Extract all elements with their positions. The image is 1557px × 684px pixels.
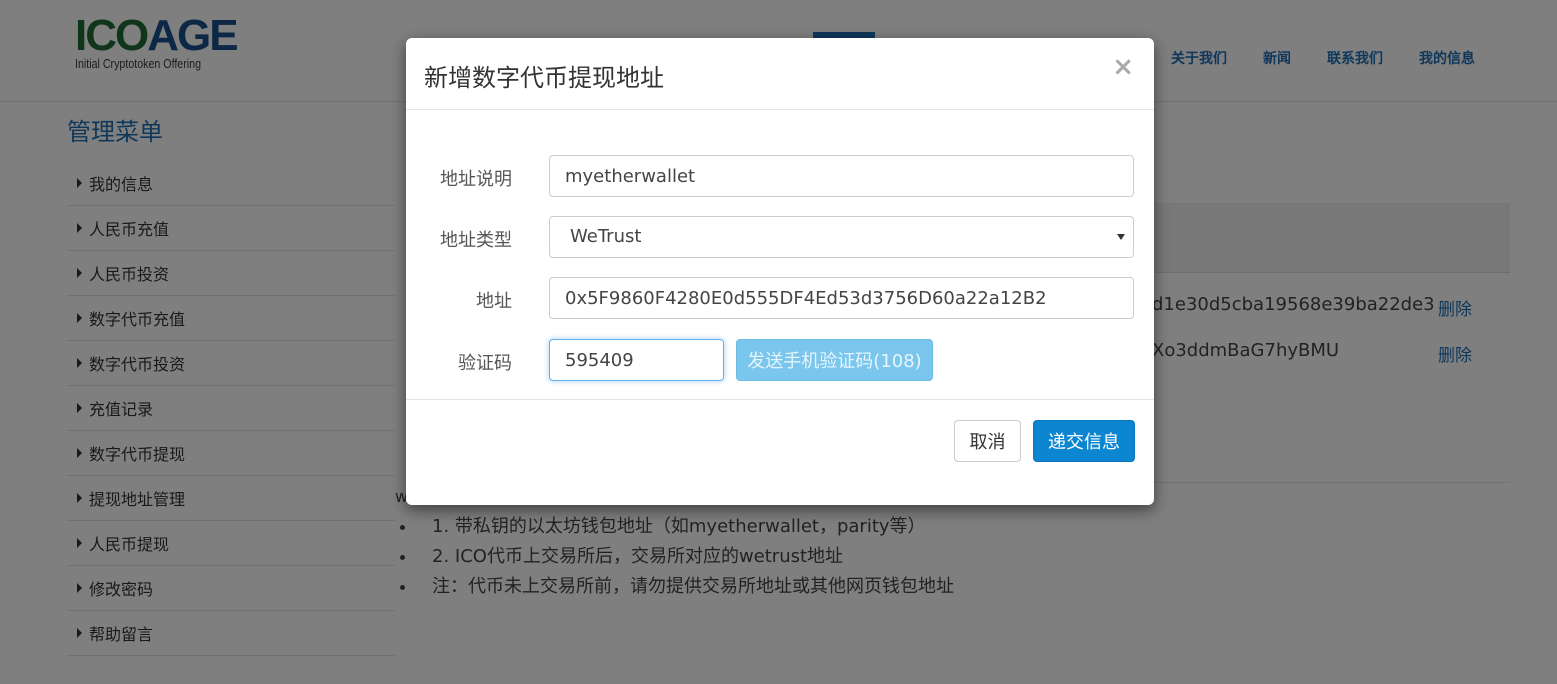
code-label: 验证码: [458, 353, 512, 374]
verification-code-input[interactable]: [549, 339, 724, 381]
send-sms-code-button[interactable]: 发送手机验证码(108): [736, 339, 933, 381]
address-type-selected: WeTrust: [570, 226, 642, 247]
modal-header: 新增数字代币提现地址 ×: [406, 38, 1154, 110]
submit-button[interactable]: 递交信息: [1033, 420, 1135, 462]
cancel-button[interactable]: 取消: [954, 420, 1021, 462]
type-label: 地址类型: [440, 230, 512, 251]
form-row-code: 验证码 发送手机验证码(108): [406, 339, 1154, 382]
modal-footer-divider: [406, 399, 1154, 400]
description-input[interactable]: [549, 155, 1134, 197]
chevron-down-icon: [1117, 234, 1125, 240]
modal-title: 新增数字代币提现地址: [424, 64, 664, 92]
close-icon[interactable]: ×: [1112, 52, 1134, 82]
form-row-address: 地址: [406, 277, 1154, 320]
address-label: 地址: [476, 291, 512, 312]
form-row-description: 地址说明: [406, 155, 1154, 198]
address-type-select[interactable]: WeTrust: [549, 216, 1134, 258]
address-input[interactable]: [549, 277, 1134, 319]
form-row-type: 地址类型 WeTrust: [406, 216, 1154, 259]
description-label: 地址说明: [440, 169, 512, 190]
add-address-modal: 新增数字代币提现地址 × 地址说明 地址类型 WeTrust 地址 验证码 发送…: [406, 38, 1154, 505]
